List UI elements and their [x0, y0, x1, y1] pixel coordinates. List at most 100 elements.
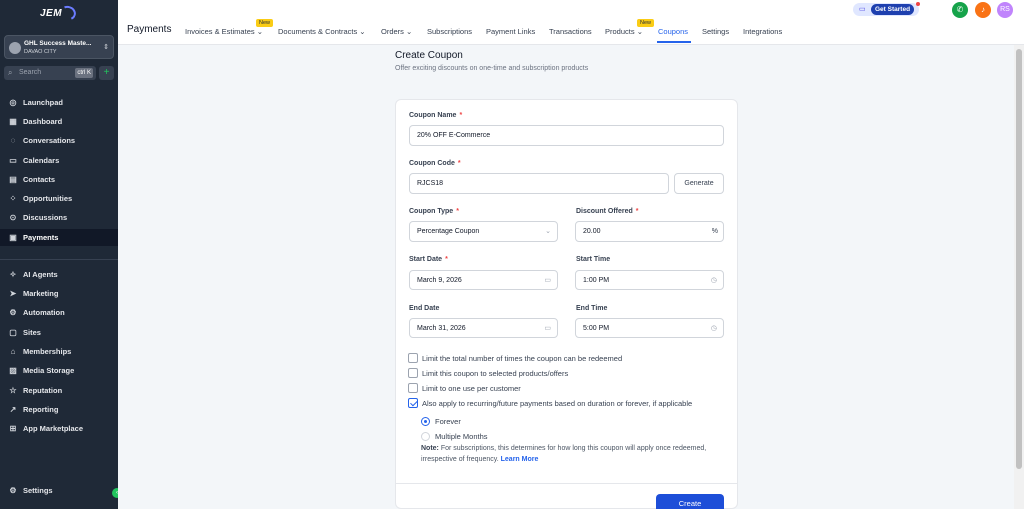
- quick-add-button[interactable]: +: [99, 66, 114, 80]
- sidebar-item-ai-agents[interactable]: ✧ AI Agents: [0, 266, 118, 283]
- limit-products-checkbox[interactable]: Limit this coupon to selected products/o…: [408, 368, 568, 378]
- sidebar-item-label: Settings: [23, 486, 53, 495]
- end-time-label: End Time: [576, 305, 608, 312]
- account-switcher[interactable]: GHL Success Maste... DAVAO CITY ⇕: [4, 35, 114, 59]
- tab-subscriptions[interactable]: Subscriptions: [427, 27, 472, 36]
- sidebar-item-media-storage[interactable]: ▨ Media Storage: [0, 362, 118, 379]
- new-badge: New: [637, 19, 655, 27]
- sidebar-item-contacts[interactable]: ▤ Contacts: [0, 171, 118, 188]
- percent-suffix: %: [711, 228, 718, 235]
- sidebar-item-payments[interactable]: ▣ Payments: [0, 229, 118, 246]
- tab-documents-contracts[interactable]: Documents & Contracts ⌄: [278, 27, 366, 36]
- gear-icon: ⚙: [9, 486, 17, 495]
- end-date-picker[interactable]: March 31, 2026 ▭: [409, 318, 558, 338]
- sidebar-item-conversations[interactable]: ◌ Conversations: [0, 132, 118, 149]
- sidebar-item-label: Automation: [23, 308, 65, 317]
- notifications-button[interactable]: ♪: [975, 2, 991, 18]
- checkbox-label: Limit to one use per customer: [422, 383, 521, 393]
- media-icon: ▨: [9, 366, 17, 375]
- coupon-code-label: Coupon Code *: [409, 160, 461, 167]
- tab-orders[interactable]: Orders ⌄: [381, 27, 412, 36]
- sidebar-item-sites[interactable]: ▢ Sites: [0, 324, 118, 341]
- user-avatar[interactable]: RS: [997, 2, 1013, 18]
- sidebar-item-label: Marketing: [23, 289, 59, 298]
- payments-icon: ▣: [9, 233, 17, 242]
- sidebar-item-reputation[interactable]: ☆ Reputation: [0, 382, 118, 399]
- select-value: Percentage Coupon: [417, 228, 480, 235]
- tab-label: Products: [605, 27, 635, 36]
- create-coupon-button[interactable]: Create: [656, 494, 724, 509]
- star-icon: ☆: [9, 386, 17, 395]
- page-subtitle: Offer exciting discounts on one-time and…: [395, 65, 589, 72]
- generate-code-button[interactable]: Generate: [674, 173, 724, 194]
- app-root: JEM GHL Success Maste... DAVAO CITY ⇕ ⌕ …: [0, 0, 1024, 509]
- sidebar-item-automation[interactable]: ⚙ Automation: [0, 304, 118, 321]
- checkbox-box[interactable]: [408, 383, 418, 393]
- one-use-per-customer-checkbox[interactable]: Limit to one use per customer: [408, 383, 521, 393]
- tab-integrations[interactable]: Integrations: [743, 27, 782, 36]
- limit-total-redemptions-checkbox[interactable]: Limit the total number of times the coup…: [408, 353, 622, 363]
- input-value: 20.00: [583, 228, 601, 235]
- tab-products[interactable]: Products ⌄: [605, 27, 643, 36]
- sidebar-item-label: AI Agents: [23, 270, 58, 279]
- sidebar-search[interactable]: ⌕ Search ctrl K: [4, 66, 96, 80]
- section-title: Payments: [127, 24, 172, 35]
- note-prefix: Note:: [421, 445, 439, 452]
- sidebar-item-label: Discussions: [23, 213, 68, 222]
- input-value: March 31, 2026: [417, 325, 466, 332]
- checkbox-box[interactable]: [408, 353, 418, 363]
- get-started-button[interactable]: Get Started: [871, 4, 915, 15]
- end-time-picker[interactable]: 5:00 PM ◷: [575, 318, 724, 338]
- coupon-type-select[interactable]: Percentage Coupon ⌄: [409, 221, 558, 242]
- checkbox-box-checked[interactable]: [408, 398, 418, 408]
- duration-multiple-months-radio[interactable]: Multiple Months: [421, 431, 488, 441]
- sidebar-item-dashboard[interactable]: ▦ Dashboard: [0, 113, 118, 130]
- tab-coupons[interactable]: Coupons: [658, 27, 688, 36]
- search-placeholder: Search: [19, 69, 42, 76]
- sidebar-item-calendars[interactable]: ▭ Calendars: [0, 152, 118, 169]
- get-started-widget[interactable]: ▭ Get Started: [853, 2, 920, 16]
- search-icon: ⌕: [8, 68, 13, 77]
- scrollbar-thumb[interactable]: [1016, 49, 1022, 469]
- coupon-code-input[interactable]: RJCS18: [409, 173, 669, 194]
- checkbox-box[interactable]: [408, 368, 418, 378]
- checkbox-label: Limit this coupon to selected products/o…: [422, 368, 569, 378]
- account-location: DAVAO CITY: [24, 49, 57, 55]
- tab-payment-links[interactable]: Payment Links: [486, 27, 535, 36]
- tab-invoices-estimates[interactable]: Invoices & Estimates ⌄: [185, 27, 263, 36]
- radio-unselected[interactable]: [421, 431, 430, 441]
- coupon-name-input[interactable]: 20% OFF E-Commerce: [409, 125, 724, 146]
- sidebar-item-settings[interactable]: ⚙ Settings: [0, 482, 118, 499]
- radio-selected[interactable]: [421, 416, 430, 426]
- chat-icon: ◌: [10, 136, 16, 145]
- start-time-picker[interactable]: 1:00 PM ◷: [575, 270, 724, 290]
- sidebar-item-marketing[interactable]: ➤ Marketing: [0, 285, 118, 302]
- start-date-label: Start Date *: [409, 256, 448, 263]
- checkbox-label: Also apply to recurring/future payments …: [422, 398, 693, 408]
- tab-settings[interactable]: Settings: [702, 27, 729, 36]
- sidebar-item-memberships[interactable]: ⌂ Memberships: [0, 343, 118, 360]
- memberships-icon: ⌂: [10, 347, 16, 356]
- sidebar: JEM GHL Success Maste... DAVAO CITY ⇕ ⌕ …: [0, 0, 118, 509]
- phone-button[interactable]: ✆: [952, 2, 968, 18]
- sidebar-item-label: Media Storage: [23, 366, 75, 375]
- discount-offered-label: Discount Offered *: [576, 208, 639, 215]
- discount-offered-input[interactable]: 20.00%: [575, 221, 724, 242]
- brand-logo[interactable]: JEM: [40, 3, 78, 24]
- duration-forever-radio[interactable]: Forever: [421, 416, 461, 426]
- logo-swoosh-icon: [58, 3, 78, 23]
- tab-transactions[interactable]: Transactions: [549, 27, 592, 36]
- card-icon: ▭: [859, 6, 866, 13]
- apply-recurring-checkbox[interactable]: Also apply to recurring/future payments …: [408, 398, 692, 408]
- sidebar-item-reporting[interactable]: ↗ Reporting: [0, 401, 118, 418]
- sidebar-item-app-marketplace[interactable]: ⊞ App Marketplace: [0, 420, 118, 437]
- label-text: Start Date: [409, 256, 443, 263]
- label-text: Discount Offered: [576, 208, 633, 215]
- page-scrollbar[interactable]: [1014, 45, 1024, 509]
- sidebar-item-launchpad[interactable]: ◎ Launchpad: [0, 94, 118, 111]
- start-date-picker[interactable]: March 9, 2026 ▭: [409, 270, 558, 290]
- learn-more-link[interactable]: Learn More: [501, 456, 539, 463]
- logo-text: JEM: [40, 8, 63, 19]
- sidebar-item-discussions[interactable]: ⊙ Discussions: [0, 209, 118, 226]
- sidebar-item-opportunities[interactable]: ⁘ Opportunities: [0, 190, 118, 207]
